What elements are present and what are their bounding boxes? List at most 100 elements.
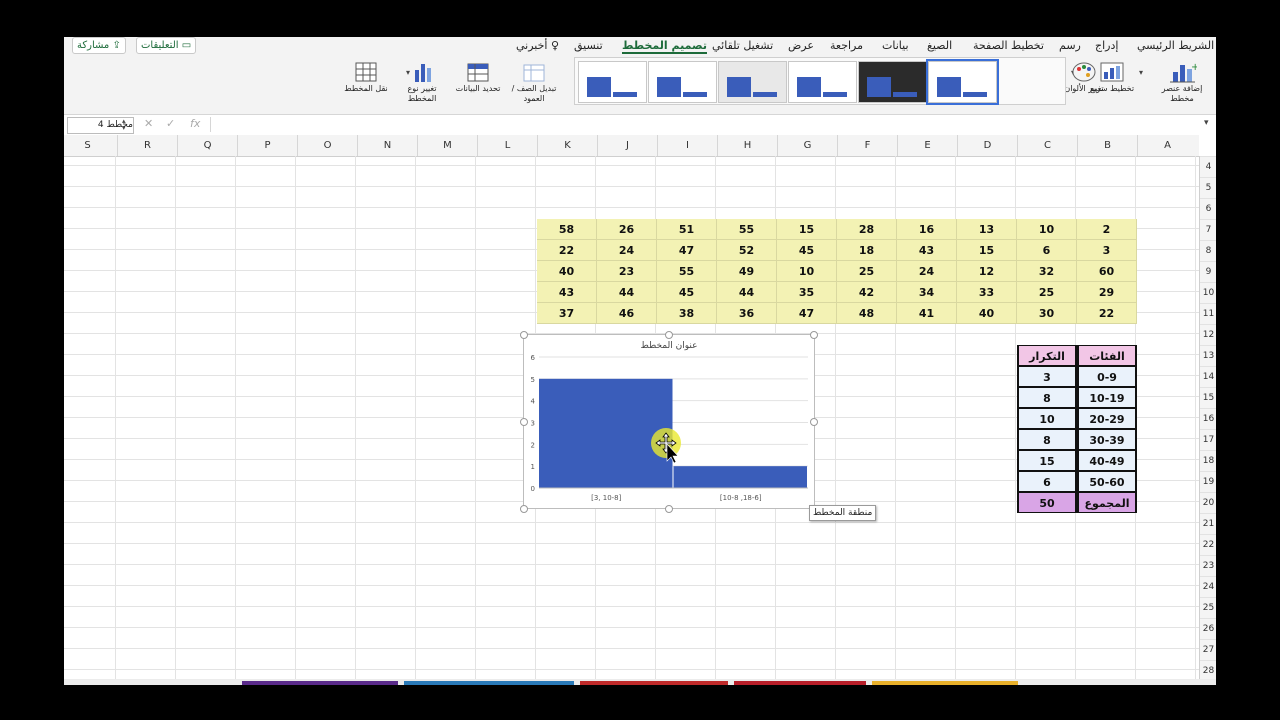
- table-cell[interactable]: 55: [657, 261, 717, 282]
- table-cell[interactable]: 35: [777, 282, 837, 303]
- table-cell[interactable]: 34: [897, 282, 957, 303]
- table-cell[interactable]: 12: [957, 261, 1017, 282]
- fx-icon[interactable]: fx: [190, 117, 200, 130]
- switch-row-column-button[interactable]: تبديل الصف /العمود: [504, 57, 564, 113]
- table-cell[interactable]: 2: [1077, 219, 1137, 240]
- move-chart-button[interactable]: نقل المخطط: [336, 57, 396, 113]
- table-cell[interactable]: 8: [1017, 387, 1077, 408]
- table-cell[interactable]: 25: [1017, 282, 1077, 303]
- row-header[interactable]: 25: [1200, 597, 1216, 618]
- cancel-icon[interactable]: ✕: [144, 117, 153, 130]
- table-cell[interactable]: 16: [897, 219, 957, 240]
- sheet-tab[interactable]: [580, 681, 728, 685]
- chart-style-thumb-5[interactable]: [858, 61, 927, 103]
- table-cell[interactable]: 25: [837, 261, 897, 282]
- table-cell[interactable]: 55: [717, 219, 777, 240]
- stepper-icon[interactable]: ▴ ▾: [122, 118, 126, 132]
- table-cell[interactable]: 0-9: [1077, 366, 1137, 387]
- table-cell[interactable]: 10: [1017, 219, 1077, 240]
- tab-chart-design[interactable]: تصميم المخطط: [622, 37, 707, 54]
- row-header[interactable]: 8: [1200, 240, 1216, 261]
- table-cell[interactable]: 43: [897, 240, 957, 261]
- chart-style-thumb-1[interactable]: [578, 61, 647, 103]
- tab-formulas[interactable]: الصيغ: [927, 37, 952, 54]
- expand-icon[interactable]: ▾: [1204, 118, 1209, 128]
- column-header[interactable]: G: [777, 135, 837, 156]
- column-header[interactable]: C: [1017, 135, 1077, 156]
- row-header[interactable]: 15: [1200, 387, 1216, 408]
- share-button[interactable]: ⇪ مشاركة: [72, 37, 126, 54]
- column-header[interactable]: Q: [177, 135, 237, 156]
- column-header[interactable]: L: [477, 135, 537, 156]
- table-cell[interactable]: 45: [777, 240, 837, 261]
- resize-handle[interactable]: [520, 505, 528, 513]
- chart-svg[interactable]: عنوان المخطط 0 1 2 3 4 5 6 [3, 10-8] [10-8 ,18-6]: [524, 335, 814, 508]
- chart-object[interactable]: عنوان المخطط 0 1 2 3 4 5 6 [3, 10-8] [10-8 ,18-6]: [520, 331, 818, 513]
- resize-handle[interactable]: [665, 331, 673, 339]
- resize-handle[interactable]: [810, 418, 818, 426]
- chart-bar[interactable]: [673, 466, 808, 488]
- table-cell[interactable]: 30-39: [1077, 429, 1137, 450]
- table-cell[interactable]: 40: [537, 261, 597, 282]
- table-cell[interactable]: 3: [1017, 366, 1077, 387]
- table-cell[interactable]: 42: [837, 282, 897, 303]
- table-cell[interactable]: 46: [597, 303, 657, 324]
- row-header[interactable]: 11: [1200, 303, 1216, 324]
- chart-style-thumb-6[interactable]: [926, 59, 999, 105]
- row-header[interactable]: 10: [1200, 282, 1216, 303]
- row-header[interactable]: 19: [1200, 471, 1216, 492]
- table-cell[interactable]: 24: [597, 240, 657, 261]
- table-cell[interactable]: 43: [537, 282, 597, 303]
- column-header[interactable]: O: [297, 135, 357, 156]
- table-cell[interactable]: 36: [717, 303, 777, 324]
- row-header[interactable]: 12: [1200, 324, 1216, 345]
- table-cell[interactable]: 40: [957, 303, 1017, 324]
- table-cell[interactable]: 45: [657, 282, 717, 303]
- column-header[interactable]: H: [717, 135, 777, 156]
- chart-bar[interactable]: [539, 378, 673, 488]
- table-cell[interactable]: 10-19: [1077, 387, 1137, 408]
- table-cell[interactable]: 58: [537, 219, 597, 240]
- resize-handle[interactable]: [810, 331, 818, 339]
- row-header[interactable]: 22: [1200, 534, 1216, 555]
- table-cell[interactable]: 38: [657, 303, 717, 324]
- column-header[interactable]: S: [64, 135, 117, 156]
- sheet-tab[interactable]: [242, 681, 398, 685]
- table-cell[interactable]: 24: [897, 261, 957, 282]
- column-header[interactable]: F: [837, 135, 897, 156]
- row-header[interactable]: 13: [1200, 345, 1216, 366]
- table-cell[interactable]: 50: [1017, 492, 1077, 513]
- table-cell[interactable]: 44: [597, 282, 657, 303]
- row-header[interactable]: 18: [1200, 450, 1216, 471]
- table-cell[interactable]: 50-60: [1077, 471, 1137, 492]
- tab-page-layout[interactable]: تخطيط الصفحة: [973, 37, 1044, 54]
- table-cell[interactable]: 23: [597, 261, 657, 282]
- table-cell[interactable]: 22: [537, 240, 597, 261]
- change-chart-type-button[interactable]: تغيير نوع المخطط: [392, 57, 452, 113]
- column-header[interactable]: B: [1077, 135, 1137, 156]
- table-cell[interactable]: 3: [1077, 240, 1137, 261]
- table-cell[interactable]: 40-49: [1077, 450, 1137, 471]
- table-cell[interactable]: 28: [837, 219, 897, 240]
- add-chart-element-button[interactable]: + إضافة عنصر مخطط: [1152, 57, 1212, 113]
- row-header[interactable]: 16: [1200, 408, 1216, 429]
- row-header[interactable]: 17: [1200, 429, 1216, 450]
- row-header[interactable]: 23: [1200, 555, 1216, 576]
- table-cell[interactable]: 32: [1017, 261, 1077, 282]
- table-cell[interactable]: 41: [897, 303, 957, 324]
- row-header[interactable]: 24: [1200, 576, 1216, 597]
- chart-style-thumb-4[interactable]: [788, 61, 857, 103]
- table-cell[interactable]: 6: [1017, 240, 1077, 261]
- table-cell[interactable]: 60: [1077, 261, 1137, 282]
- table-cell[interactable]: 20-29: [1077, 408, 1137, 429]
- table-cell[interactable]: 52: [717, 240, 777, 261]
- chart-style-thumb-2[interactable]: [648, 61, 717, 103]
- table-cell[interactable]: 10: [1017, 408, 1077, 429]
- comments-button[interactable]: ▭ التعليقات: [136, 37, 197, 54]
- table-cell[interactable]: 26: [597, 219, 657, 240]
- table-cell[interactable]: 6: [1017, 471, 1077, 492]
- table-cell[interactable]: 51: [657, 219, 717, 240]
- table-cell[interactable]: 10: [777, 261, 837, 282]
- select-data-button[interactable]: تحديد البيانات: [448, 57, 508, 113]
- row-header[interactable]: 20: [1200, 492, 1216, 513]
